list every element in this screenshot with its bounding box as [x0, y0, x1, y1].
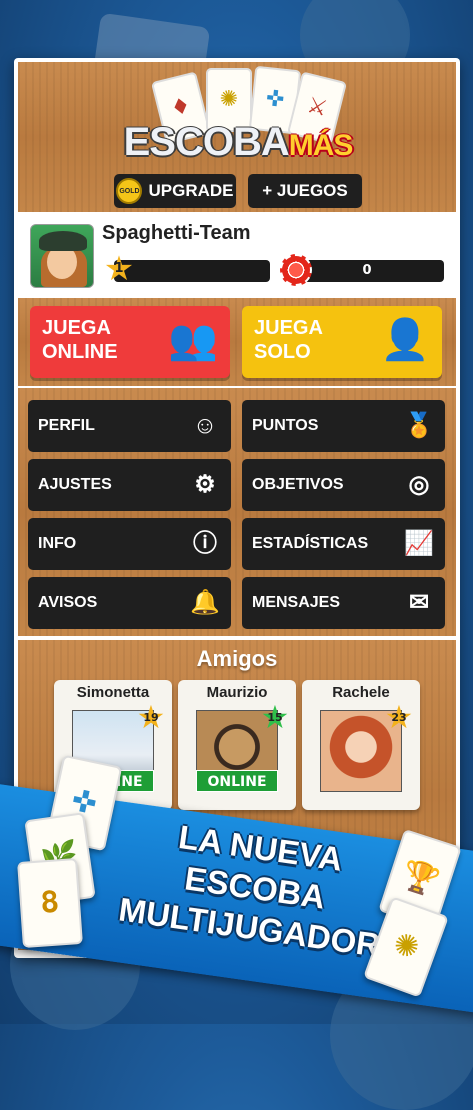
- friends-title: Amigos: [196, 646, 278, 671]
- menu-mensajes-label: MENSAJES: [252, 594, 341, 611]
- friend-card[interactable]: Maurizio ONLINE ★ 15: [178, 680, 296, 810]
- menu-avisos-label: AVISOS: [38, 594, 98, 611]
- menu-perfil-label: PERFIL: [38, 417, 95, 434]
- menu-puntos-button[interactable]: PUNTOS 🏅: [242, 400, 445, 452]
- upgrade-button[interactable]: GOLD UPGRADE: [114, 174, 236, 208]
- bell-icon: 🔔: [190, 589, 220, 616]
- card-icon: 𝟖: [17, 858, 83, 948]
- chart-icon: 📈: [404, 530, 434, 557]
- xp-bar: [114, 260, 270, 282]
- poker-chip-icon: [280, 254, 312, 286]
- menu-ajustes-label: AJUSTES: [38, 476, 112, 493]
- menu-objetivos-button[interactable]: OBJETIVOS ◎: [242, 459, 445, 511]
- target-icon: ◎: [408, 471, 430, 498]
- play-online-button[interactable]: JUEGA ONLINE 👥: [30, 306, 230, 378]
- more-games-label: + JUEGOS: [262, 181, 348, 200]
- menu-objetivos-label: OBJETIVOS: [252, 476, 344, 493]
- app-logo: ESCOBAMÁS: [123, 120, 354, 164]
- menu-grid: PERFIL ☺ PUNTOS 🏅 AJUSTES ⚙ OBJETIVOS ◎ …: [18, 388, 456, 636]
- info-icon: ⓘ: [193, 530, 217, 557]
- friend-level: 19: [143, 711, 159, 724]
- mail-icon: ✉: [408, 589, 430, 616]
- gear-icon: ⚙: [194, 471, 216, 498]
- player-name: Spaghetti-Team: [102, 222, 251, 244]
- friend-card[interactable]: Rachele ★ 23: [302, 680, 420, 810]
- upgrade-label: UPGRADE: [148, 181, 234, 200]
- chips-count: 0: [362, 263, 372, 278]
- friend-level: 23: [391, 711, 407, 724]
- profile-bar[interactable]: Spaghetti-Team ★ 1 0: [18, 216, 456, 294]
- header: ♦ ✺ ✜ ⚔ ESCOBAMÁS GOLD UPGRADE + JUEGOS: [18, 62, 456, 212]
- users-icon: 👥: [168, 318, 218, 362]
- play-solo-button[interactable]: JUEGA SOLO 👤: [242, 306, 442, 378]
- menu-ajustes-button[interactable]: AJUSTES ⚙: [28, 459, 231, 511]
- user-icon: 👤: [380, 318, 430, 362]
- menu-info-label: INFO: [38, 535, 77, 552]
- user-icon: ☺: [192, 412, 218, 439]
- online-badge: ONLINE: [196, 770, 278, 792]
- player-level: 1: [114, 261, 124, 276]
- more-games-button[interactable]: + JUEGOS: [248, 174, 362, 208]
- menu-avisos-button[interactable]: AVISOS 🔔: [28, 577, 231, 629]
- ribbon-award-icon: 🏅: [404, 412, 434, 439]
- menu-mensajes-button[interactable]: MENSAJES ✉: [242, 577, 445, 629]
- menu-estadisticas-label: ESTADÍSTICAS: [252, 535, 369, 552]
- avatar[interactable]: [30, 224, 94, 288]
- friend-level: 15: [267, 711, 283, 724]
- menu-info-button[interactable]: INFO ⓘ: [28, 518, 231, 570]
- gold-badge-icon: GOLD: [116, 178, 143, 204]
- play-section: JUEGA ONLINE 👥 JUEGA SOLO 👤: [18, 298, 456, 386]
- menu-puntos-label: PUNTOS: [252, 417, 319, 434]
- menu-perfil-button[interactable]: PERFIL ☺: [28, 400, 231, 452]
- menu-estadisticas-button[interactable]: ESTADÍSTICAS 📈: [242, 518, 445, 570]
